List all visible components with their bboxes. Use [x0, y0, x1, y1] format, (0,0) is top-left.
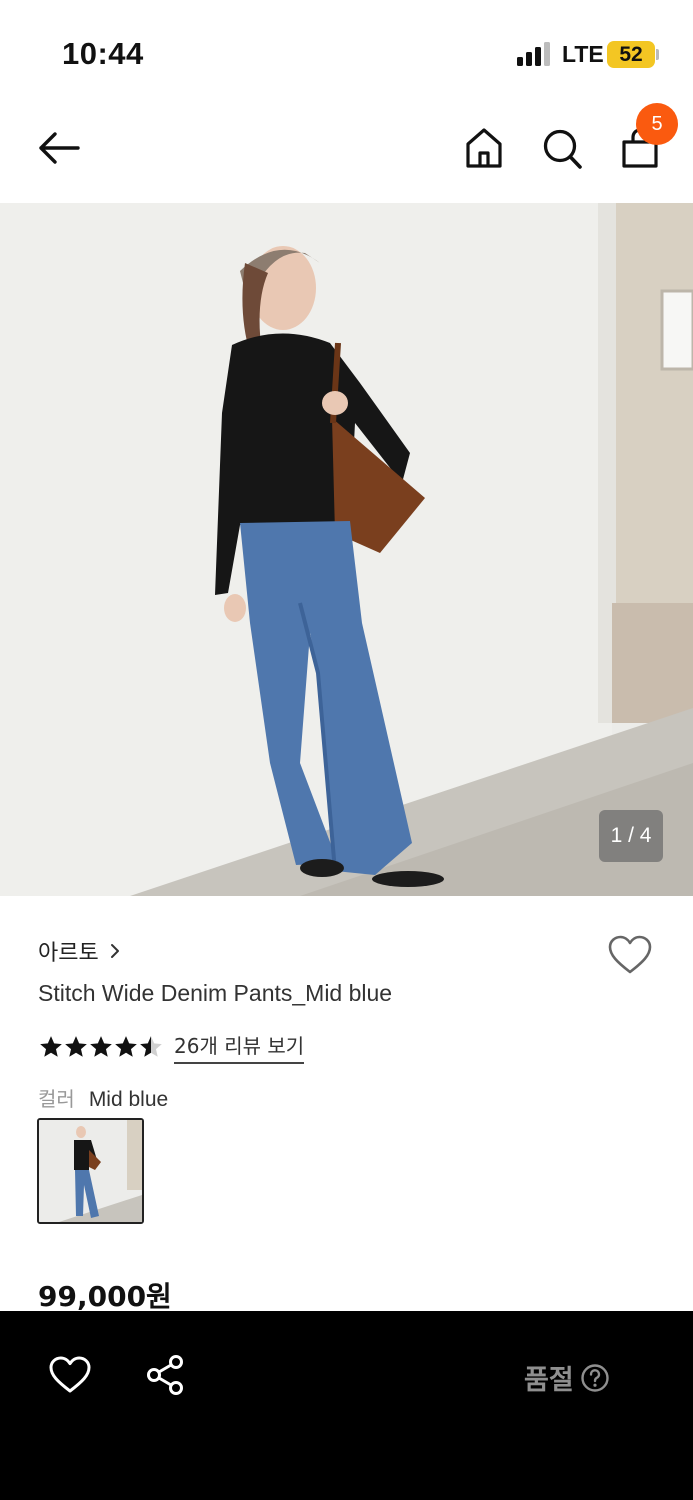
share-icon[interactable] — [145, 1354, 185, 1396]
search-icon[interactable] — [541, 126, 583, 170]
status-time: 10:44 — [62, 36, 144, 71]
rating-row: 26개 리뷰 보기 — [38, 1030, 305, 1064]
cart-count-badge[interactable]: 5 — [636, 103, 678, 145]
star-icon — [40, 1036, 62, 1057]
color-value: Mid blue — [88, 1088, 169, 1111]
sold-out-label: 품절 — [524, 1365, 574, 1396]
color-label: 컬러 — [38, 1087, 75, 1111]
chevron-right-icon — [110, 944, 119, 958]
help-icon[interactable] — [580, 1363, 610, 1393]
heart-icon[interactable] — [48, 1355, 92, 1395]
signal-icon — [517, 42, 553, 66]
star-icon — [90, 1036, 112, 1057]
color-swatch[interactable] — [37, 1118, 144, 1224]
color-swatch-thumbnail — [39, 1120, 142, 1222]
battery-cap — [656, 49, 659, 60]
bottom-action-bar: 품절 — [0, 1311, 693, 1500]
product-title: Stitch Wide Denim Pants_Mid blue — [38, 980, 393, 1006]
product-image[interactable] — [0, 203, 693, 896]
heart-icon[interactable] — [607, 934, 653, 976]
nav-bar — [0, 100, 693, 203]
back-arrow-icon[interactable] — [36, 128, 82, 168]
star-rating — [38, 1034, 164, 1060]
color-row: 컬러 Mid blue — [38, 1083, 168, 1112]
review-link[interactable]: 26개 리뷰 보기 — [174, 1030, 305, 1064]
product-photo — [0, 203, 693, 896]
star-icon — [115, 1036, 137, 1057]
image-counter: 1 / 4 — [599, 810, 663, 862]
product-price: 99,000원 — [38, 1280, 172, 1313]
brand-link[interactable]: 아르토 — [38, 935, 121, 967]
sold-out-status: 품절 — [524, 1358, 610, 1397]
half-star-icon — [140, 1036, 162, 1057]
battery-icon: 52 — [607, 41, 655, 68]
brand-name: 아르토 — [38, 941, 99, 966]
star-icon — [65, 1036, 87, 1057]
network-type: LTE — [562, 41, 604, 67]
home-icon[interactable] — [464, 126, 504, 170]
status-bar: 10:44 LTE 52 — [0, 0, 693, 100]
